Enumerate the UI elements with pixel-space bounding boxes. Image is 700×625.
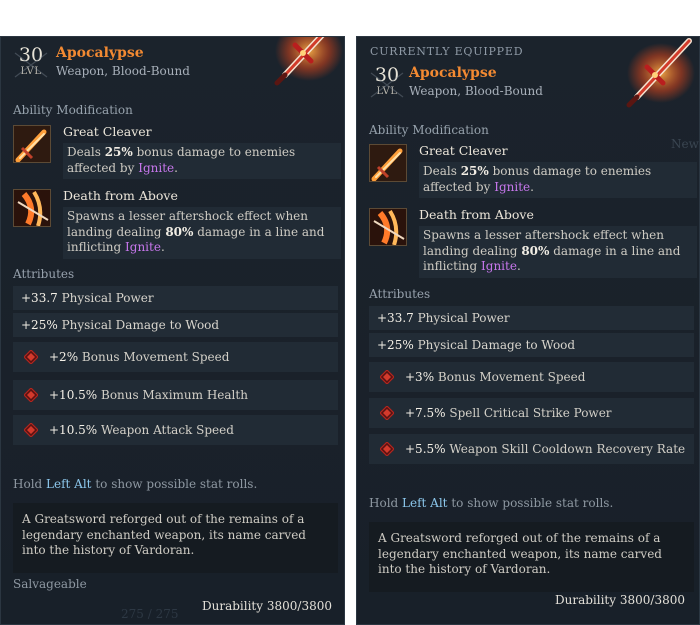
blood-gem-icon (380, 442, 394, 456)
item-tooltip-equipped: CURRENTLY EQUIPPED 30 LVL Apocalypse Wea… (356, 36, 700, 625)
attributes-section-label: Attributes (369, 287, 431, 301)
flaming-sword-icon (274, 37, 343, 86)
ability-section-label: Ability Modification (369, 123, 489, 137)
ability-name: Death from Above (419, 207, 534, 222)
durability: Durability 3800/3800 (555, 593, 685, 607)
flaming-sword-icon (626, 38, 695, 108)
durability-value: 3800/3800 (619, 593, 685, 607)
ignite-keyword: Ignite (481, 259, 517, 273)
level-crossed-swords-icon (370, 72, 404, 98)
ability-section-label: Ability Modification (13, 103, 133, 117)
blood-gem-icon (380, 370, 394, 384)
greatsword-slash-icon (369, 144, 407, 182)
attributes-section-label: Attributes (13, 267, 75, 281)
lore-text: A Greatsword reforged out of the remains… (369, 522, 694, 592)
stat-roll-hint: Hold Left Alt to show possible stat roll… (369, 496, 614, 510)
ability-description: Spawns a lesser aftershock effect when l… (419, 226, 697, 278)
ability-description: Deals 25% bonus damage to enemies affect… (63, 143, 341, 179)
blood-gem-icon (24, 423, 38, 437)
gem-attribute-row: +3% Bonus Movement Speed (369, 362, 694, 392)
salvageable-label: Salvageable (13, 577, 87, 591)
ignite-keyword: Ignite (138, 160, 175, 175)
attribute-row: +33.7 Physical Power (369, 306, 694, 330)
keybind-left-alt: Left Alt (46, 477, 92, 491)
ability-name: Great Cleaver (63, 124, 152, 139)
background-ghost-text: New (671, 137, 699, 151)
ability-description: Deals 25% bonus damage to enemies affect… (419, 162, 697, 198)
keybind-left-alt: Left Alt (402, 496, 448, 510)
blood-gem-icon (24, 388, 38, 402)
blood-gem-icon (24, 350, 38, 364)
ignite-keyword: Ignite (125, 240, 161, 254)
item-tooltip-hovered: 30 LVL Apocalypse Weapon, Blood-Bound Ab… (0, 36, 345, 625)
stat-roll-hint: Hold Left Alt to show possible stat roll… (13, 477, 258, 491)
blood-gem-icon (380, 406, 394, 420)
attribute-row: +33.7 Physical Power (13, 286, 338, 310)
level-crossed-swords-icon (14, 52, 48, 78)
gem-attribute-row: +2% Bonus Movement Speed (13, 342, 338, 372)
item-name: Apocalypse (56, 45, 144, 61)
level-badge: 30 LVL (369, 65, 405, 105)
fiery-aftershock-icon (13, 189, 51, 227)
background-ghost-text: 275 / 275 (121, 607, 179, 621)
ability-description: Spawns a lesser aftershock effect when l… (63, 207, 341, 259)
lore-text: A Greatsword reforged out of the remains… (13, 503, 338, 573)
currently-equipped-tag: CURRENTLY EQUIPPED (370, 45, 524, 58)
ability-name: Death from Above (63, 188, 178, 203)
attribute-row: +25% Physical Damage to Wood (13, 313, 338, 337)
gem-attribute-row: +5.5% Weapon Skill Cooldown Recovery Rat… (369, 434, 694, 464)
item-type: Weapon, Blood-Bound (409, 84, 543, 98)
attribute-row: +25% Physical Damage to Wood (369, 333, 694, 357)
ignite-keyword: Ignite (494, 179, 531, 194)
ability-name: Great Cleaver (419, 143, 508, 158)
fiery-aftershock-icon (369, 208, 407, 246)
item-type: Weapon, Blood-Bound (56, 64, 190, 78)
greatsword-slash-icon (13, 125, 51, 163)
gem-attribute-row: +10.5% Weapon Attack Speed (13, 415, 338, 445)
level-badge: 30 LVL (13, 45, 49, 85)
item-name: Apocalypse (409, 65, 497, 81)
gem-attribute-row: +10.5% Bonus Maximum Health (13, 380, 338, 410)
gem-attribute-row: +7.5% Spell Critical Strike Power (369, 398, 694, 428)
durability: Durability 3800/3800 (202, 599, 332, 613)
durability-value: 3800/3800 (266, 599, 332, 613)
